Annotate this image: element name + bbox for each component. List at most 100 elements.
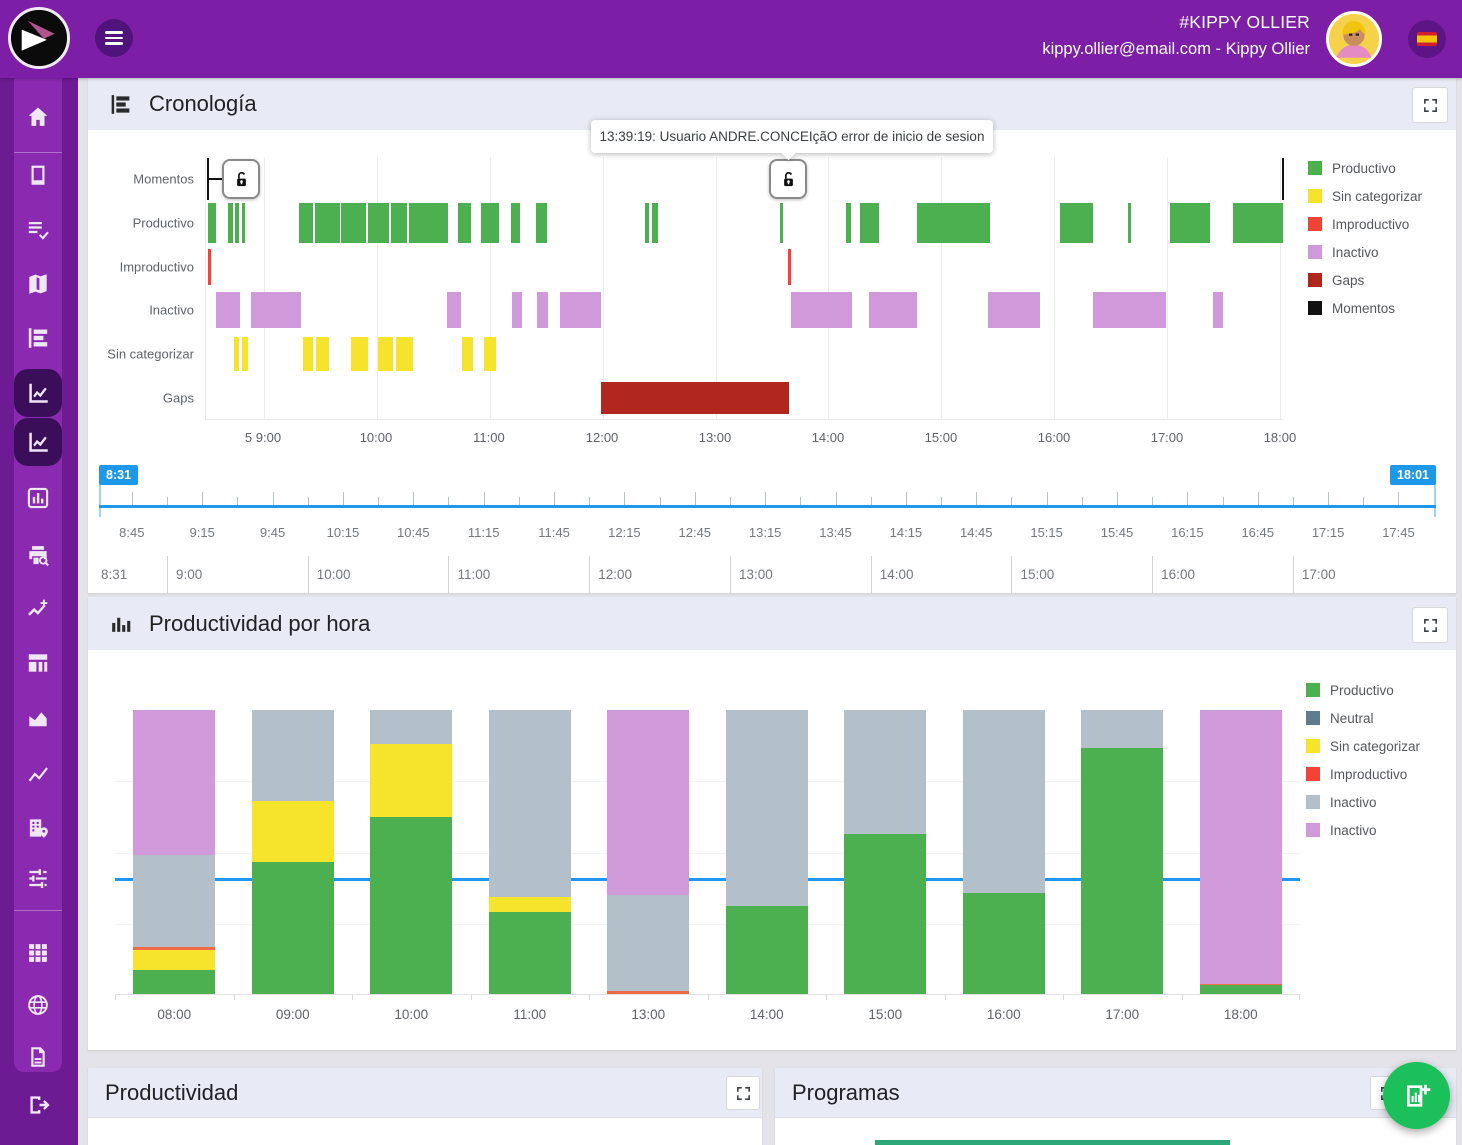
productivo-segment[interactable]	[480, 202, 499, 243]
productivo-segment[interactable]	[859, 202, 880, 243]
sidebar-item-document[interactable]	[14, 1033, 62, 1081]
bar-segment-inactivo[interactable]	[844, 710, 927, 834]
sin-categorizar-segment[interactable]	[483, 337, 496, 372]
bar-segment-improductivo[interactable]	[133, 947, 216, 950]
productivo-segment[interactable]	[341, 202, 366, 243]
inactivo-segment[interactable]	[869, 292, 917, 329]
productivo-segment[interactable]	[1060, 202, 1094, 243]
sin-categorizar-segment[interactable]	[234, 337, 240, 372]
bar-09-00[interactable]	[251, 710, 334, 994]
productivo-segment[interactable]	[314, 202, 340, 243]
range-start-handle[interactable]: 8:31	[99, 465, 139, 485]
bar-segment-inactivo[interactable]	[251, 710, 334, 801]
productivo-segment[interactable]	[780, 202, 784, 243]
bar-segment-sin-categorizar[interactable]	[370, 744, 453, 817]
sidebar-item-area-chart[interactable]	[14, 694, 62, 742]
momento-lock-marker[interactable]	[769, 159, 808, 199]
bar-segment-inactivo[interactable]	[488, 710, 571, 898]
bar-segment-productivo[interactable]	[370, 816, 453, 994]
bar-segment-productivo[interactable]	[844, 833, 927, 994]
bar-segment-inactivo-morado[interactable]	[1199, 710, 1282, 985]
bar-segment-inactivo[interactable]	[725, 710, 808, 906]
range-slider-track[interactable]	[99, 505, 1436, 508]
inactivo-segment[interactable]	[251, 292, 301, 329]
sidebar-item-productivity-chart2[interactable]	[14, 418, 62, 466]
sidebar-item-columns[interactable]	[14, 639, 62, 687]
language-button[interactable]	[1408, 20, 1446, 58]
menu-button[interactable]	[95, 19, 133, 57]
productivo-segment[interactable]	[1233, 202, 1283, 243]
productivo-segment[interactable]	[1169, 202, 1210, 243]
productivo-segment[interactable]	[241, 202, 246, 243]
legend-item-gaps[interactable]: Gaps	[1308, 272, 1422, 288]
productivo-segment[interactable]	[368, 202, 389, 243]
bar-segment-productivo[interactable]	[133, 969, 216, 994]
sin-categorizar-segment[interactable]	[462, 337, 474, 372]
sidebar-item-trending[interactable]	[14, 585, 62, 633]
productivo-segment[interactable]	[298, 202, 313, 243]
legend-item-momentos[interactable]: Momentos	[1308, 300, 1422, 316]
bar-segment-sin-categorizar[interactable]	[133, 950, 216, 970]
bar-segment-inactivo[interactable]	[133, 854, 216, 948]
bar-segment-inactivo[interactable]	[607, 894, 690, 992]
add-chart-fab[interactable]	[1383, 1062, 1450, 1129]
legend-item-productivo[interactable]: Productivo	[1308, 160, 1422, 176]
sidebar-item-building-pin[interactable]	[14, 804, 62, 852]
productivo-segment[interactable]	[208, 202, 216, 243]
range-end-handle[interactable]: 18:01	[1390, 465, 1436, 485]
sin-categorizar-segment[interactable]	[351, 337, 368, 372]
sin-categorizar-segment[interactable]	[395, 337, 413, 372]
sidebar-item-task-list[interactable]	[14, 205, 62, 253]
legend-item-inactivo[interactable]: Inactivo	[1306, 794, 1420, 810]
legend-item-sin-categorizar[interactable]: Sin categorizar	[1308, 188, 1422, 204]
productivo-segment[interactable]	[227, 202, 233, 243]
inactivo-segment[interactable]	[215, 292, 241, 329]
sidebar-item-device[interactable]	[14, 151, 62, 199]
bar-14-00[interactable]	[725, 710, 808, 994]
bar-13-00[interactable]	[607, 710, 690, 994]
bar-18-00[interactable]	[1199, 710, 1282, 994]
bar-segment-productivo[interactable]	[962, 893, 1045, 994]
bar-segment-productivo[interactable]	[251, 861, 334, 994]
bar-16-00[interactable]	[962, 710, 1045, 994]
app-logo-icon[interactable]	[8, 7, 70, 69]
momento-marker-line[interactable]	[1282, 158, 1284, 200]
legend-item-improductivo[interactable]: Improductivo	[1308, 216, 1422, 232]
sidebar-item-line-chart[interactable]	[14, 749, 62, 797]
productivo-segment[interactable]	[458, 202, 471, 243]
bar-segment-inactivo[interactable]	[962, 710, 1045, 894]
sidebar-item-timeline[interactable]	[14, 314, 62, 362]
gaps-segment[interactable]	[601, 382, 789, 415]
productivo-segment[interactable]	[235, 202, 239, 243]
bar-11-00[interactable]	[488, 710, 571, 994]
bar-segment-sin-categorizar[interactable]	[488, 897, 571, 912]
bar-segment-productivo[interactable]	[488, 911, 571, 994]
legend-item-productivo[interactable]: Productivo	[1306, 682, 1420, 698]
legend-item-improductivo[interactable]: Improductivo	[1306, 766, 1420, 782]
inactivo-segment[interactable]	[511, 292, 522, 329]
productivo-segment[interactable]	[390, 202, 407, 243]
bar-segment-inactivo[interactable]	[370, 710, 453, 745]
inactivo-segment[interactable]	[987, 292, 1040, 329]
expand-button[interactable]	[1412, 87, 1448, 123]
sin-categorizar-segment[interactable]	[241, 337, 248, 372]
legend-item-sin-categorizar[interactable]: Sin categorizar	[1306, 738, 1420, 754]
bar-segment-productivo[interactable]	[1199, 985, 1282, 994]
sidebar-item-globe[interactable]	[14, 981, 62, 1029]
productivo-segment[interactable]	[1127, 202, 1132, 243]
productivo-segment[interactable]	[645, 202, 650, 243]
bar-segment-sin-categorizar[interactable]	[251, 800, 334, 862]
improductivo-segment[interactable]	[207, 248, 211, 285]
sidebar-item-logout[interactable]	[14, 1081, 62, 1129]
bar-segment-inactivo-morado[interactable]	[133, 710, 216, 855]
avatar[interactable]	[1326, 11, 1382, 67]
sidebar-item-bar-chart[interactable]	[14, 474, 62, 522]
inactivo-segment[interactable]	[447, 292, 462, 329]
productivo-segment[interactable]	[535, 202, 548, 243]
bar-10-00[interactable]	[370, 710, 453, 994]
bar-17-00[interactable]	[1081, 710, 1164, 994]
inactivo-segment[interactable]	[560, 292, 602, 329]
expand-button[interactable]	[726, 1076, 760, 1110]
inactivo-segment[interactable]	[536, 292, 549, 329]
legend-item-neutral[interactable]: Neutral	[1306, 710, 1420, 726]
